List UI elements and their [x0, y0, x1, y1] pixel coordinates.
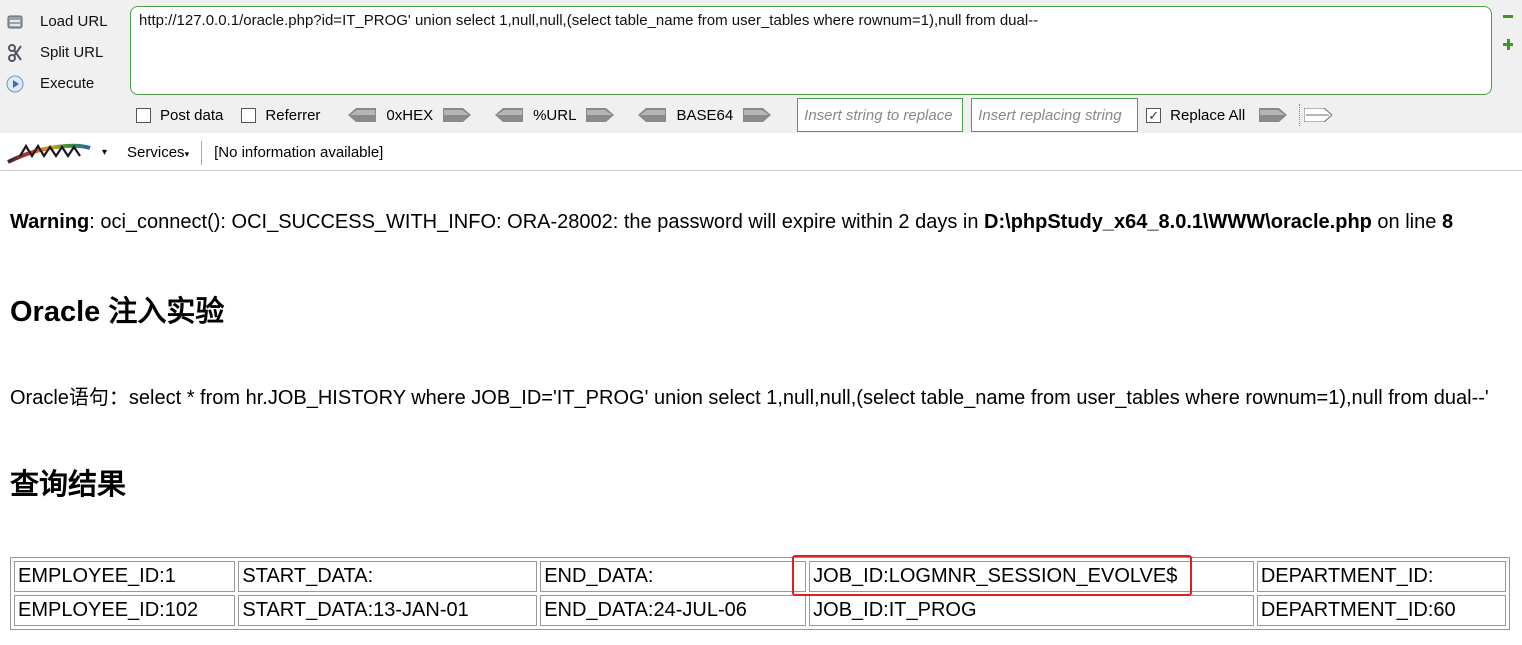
post-data-check-box[interactable] — [136, 107, 151, 123]
replace-all-label: Replace All — [1170, 106, 1246, 124]
warning-line-number: 8 — [1441, 211, 1454, 233]
netcraft-toolbar: ▾ Services▾ [No information available] — [0, 136, 1522, 169]
url-encode-arrow-icon[interactable] — [586, 108, 615, 122]
base64-decode-arrow-icon[interactable] — [638, 108, 667, 122]
table-cell-end-data: END_DATA: — [540, 561, 807, 592]
sql-statement: Oracle语句：select * from hr.JOB_HISTORY wh… — [10, 387, 1489, 409]
minus-icon[interactable] — [1502, 10, 1514, 24]
table-cell-start-data: START_DATA: — [238, 561, 538, 592]
base64-encode-arrow-icon[interactable] — [743, 108, 772, 122]
warning-file-path: D:\phpStudy_x64_8.0.1\WWW\oracle.php — [984, 211, 1372, 233]
table-cell-department-id: DEPARTMENT_ID:60 — [1256, 595, 1506, 626]
replacing-string-input[interactable]: Insert replacing string — [971, 98, 1139, 132]
referrer-check-box[interactable] — [241, 107, 257, 123]
replace-string-input[interactable]: Insert string to replace — [797, 98, 964, 132]
warning-on-line: on line — [1371, 211, 1442, 233]
execute-button[interactable]: Execute — [4, 68, 126, 99]
site-info-text: [No information available] — [214, 144, 384, 161]
referrer-checkbox[interactable]: Referrer — [241, 107, 320, 124]
table-cell-end-data: END_DATA:24-JUL-06 — [540, 595, 807, 626]
hex-decode-arrow-icon[interactable] — [348, 108, 377, 122]
post-data-checkbox[interactable]: Post data — [136, 107, 223, 124]
warning-label: Warning — [10, 211, 90, 233]
execute-icon — [4, 73, 26, 95]
hackbar-actions: Load URL Split URL Execute — [4, 6, 126, 99]
toolbar-separator — [1299, 104, 1301, 126]
split-url-button[interactable]: Split URL — [4, 37, 126, 68]
php-warning: Warning: oci_connect(): OCI_SUCCESS_WITH… — [10, 208, 1512, 236]
toolbar-divider — [201, 140, 203, 165]
services-label: Services — [127, 144, 185, 161]
table-cell-job-id: JOB_ID:IT_PROG — [809, 595, 1254, 626]
execute-label: Execute — [40, 75, 95, 92]
hex-encode-arrow-icon[interactable] — [443, 108, 472, 122]
replace-forward-arrow-icon[interactable] — [1259, 108, 1288, 122]
url-input[interactable]: http://127.0.0.1/oracle.php?id=IT_PROG' … — [130, 6, 1492, 95]
replace-all-arrow-icon[interactable] — [1304, 108, 1333, 122]
page-title: Oracle 注入实验 — [10, 296, 225, 328]
replace-all-check-box[interactable]: ✓ — [1146, 107, 1162, 123]
hackbar-options-row: Post data Referrer 0xHEX %URL BASE64 Ins… — [136, 98, 1333, 132]
url-resize-controls — [1502, 10, 1516, 66]
url-encoder: %URL — [495, 106, 615, 124]
table-cell-department-id: DEPARTMENT_ID: — [1256, 561, 1506, 592]
plus-icon[interactable] — [1502, 38, 1514, 52]
url-label: %URL — [533, 106, 577, 124]
results-title: 查询结果 — [10, 469, 127, 501]
hex-label: 0xHEX — [386, 106, 434, 124]
table-cell-employee-id: EMPLOYEE_ID:102 — [14, 595, 236, 626]
base64-encoder: BASE64 — [638, 106, 772, 124]
table-cell-start-data: START_DATA:13-JAN-01 — [238, 595, 538, 626]
highlight-box — [792, 555, 1192, 596]
table-row: EMPLOYEE_ID:1 START_DATA: END_DATA: JOB_… — [14, 561, 1506, 592]
warning-message: : oci_connect(): OCI_SUCCESS_WITH_INFO: … — [89, 211, 985, 233]
toolbar-border — [0, 170, 1522, 171]
results-table: EMPLOYEE_ID:1 START_DATA: END_DATA: JOB_… — [10, 557, 1510, 630]
url-decode-arrow-icon[interactable] — [495, 108, 524, 122]
split-url-icon — [4, 42, 26, 64]
table-row: EMPLOYEE_ID:102 START_DATA:13-JAN-01 END… — [14, 595, 1506, 626]
hackbar-toolbar: Load URL Split URL Execute http://127.0.… — [0, 0, 1522, 165]
hex-encoder: 0xHEX — [348, 106, 472, 124]
load-url-icon — [4, 11, 26, 33]
referrer-label: Referrer — [265, 106, 321, 124]
base64-label: BASE64 — [676, 106, 734, 124]
load-url-label: Load URL — [40, 13, 108, 30]
netcraft-dropdown-icon[interactable]: ▾ — [102, 147, 107, 158]
load-url-button[interactable]: Load URL — [4, 6, 126, 37]
split-url-label: Split URL — [40, 44, 104, 61]
netcraft-logo[interactable] — [6, 142, 98, 164]
services-dropdown-icon: ▾ — [184, 149, 190, 159]
post-data-label: Post data — [160, 106, 224, 124]
services-menu[interactable]: Services▾ — [127, 144, 189, 161]
replace-all-checkbox[interactable]: ✓ Replace All — [1146, 107, 1245, 124]
table-cell-employee-id: EMPLOYEE_ID:1 — [14, 561, 236, 592]
